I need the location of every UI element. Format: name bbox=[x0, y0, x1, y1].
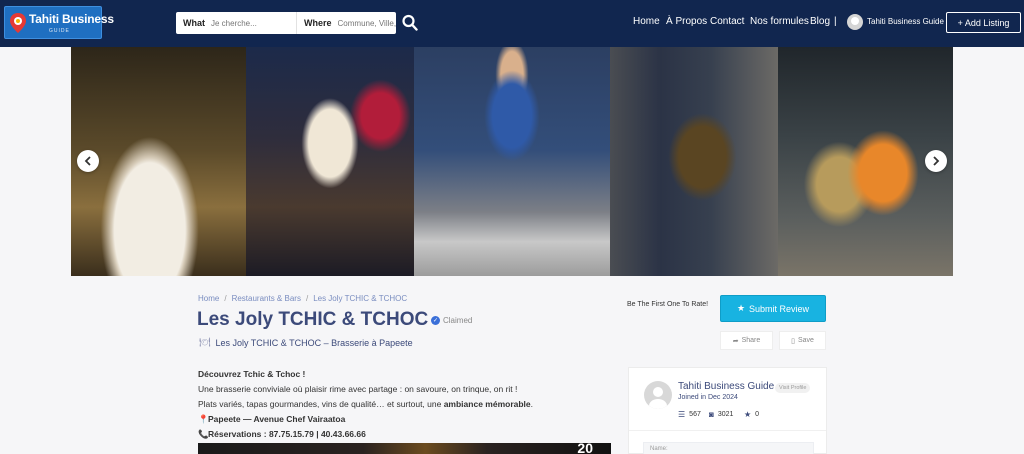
description-line-2: Plats variés, tapas gourmandes, vins de … bbox=[198, 399, 534, 409]
chevron-left-icon bbox=[84, 156, 91, 166]
owner-joined-date: Joined in Dec 2024 bbox=[678, 394, 738, 401]
promo-image: 20 bbox=[198, 443, 611, 454]
gallery-next-button[interactable] bbox=[925, 150, 947, 172]
add-listing-label: + Add Listing bbox=[957, 17, 1010, 28]
list-icon: ☰ bbox=[678, 410, 686, 419]
share-label: Share bbox=[741, 337, 761, 344]
save-button[interactable]: ▯ Save bbox=[779, 331, 826, 350]
reservation-line: 📞Réservations : 87.75.15.79 | 40.43.66.6… bbox=[198, 427, 618, 442]
search-icon[interactable] bbox=[402, 14, 418, 32]
breadcrumb-home[interactable]: Home bbox=[198, 294, 219, 303]
where-input[interactable] bbox=[337, 18, 396, 28]
listing-description: Découvrez Tchic & Tchoc ! Une brasserie … bbox=[198, 367, 618, 442]
phone-icon: 📞 bbox=[198, 429, 209, 439]
contact-name-field[interactable]: Name: bbox=[643, 442, 814, 454]
chevron-right-icon bbox=[933, 156, 940, 166]
gallery-photo-cocktails[interactable] bbox=[414, 47, 610, 276]
what-label: What bbox=[183, 18, 205, 28]
nav-plans[interactable]: Nos formules bbox=[750, 16, 809, 27]
logo-tagline: GUIDE bbox=[49, 28, 70, 34]
gallery-prev-button[interactable] bbox=[77, 150, 99, 172]
listing-title: Les Joly TCHIC & TCHOC bbox=[197, 309, 429, 330]
owner-name[interactable]: Tahiti Business Guide bbox=[678, 381, 774, 392]
gallery-photo-interior[interactable] bbox=[610, 47, 778, 276]
camera-icon: ◙ bbox=[709, 410, 714, 419]
check-icon: ✓ bbox=[431, 316, 440, 325]
star-icon: ★ bbox=[744, 410, 752, 419]
gallery-photo-tapas[interactable] bbox=[246, 47, 414, 276]
user-avatar[interactable] bbox=[847, 14, 863, 30]
save-label: Save bbox=[797, 337, 814, 344]
address-line: 📍Papeete — Avenue Chef Vairaatoa bbox=[198, 412, 618, 427]
map-pin-logo-icon bbox=[10, 13, 26, 33]
visit-profile-button[interactable]: Visit Profile bbox=[775, 383, 811, 393]
submit-review-label: Submit Review bbox=[749, 303, 810, 314]
contact-name-label: Name: bbox=[650, 446, 668, 452]
where-label: Where bbox=[304, 18, 332, 28]
breadcrumb: Home / Restaurants & Bars / Les Joly TCHIC &… bbox=[198, 294, 408, 303]
what-input[interactable] bbox=[211, 18, 296, 28]
bookmark-icon: ▯ bbox=[791, 337, 795, 345]
add-listing-button[interactable]: + Add Listing bbox=[946, 12, 1021, 33]
owner-reviews-count: ★ 0 bbox=[744, 410, 760, 419]
site-logo[interactable]: Tahiti Business GUIDE bbox=[4, 6, 114, 39]
owner-photos-count: ◙ 3021 bbox=[709, 410, 734, 419]
breadcrumb-current[interactable]: Les Joly TCHIC & TCHOC bbox=[313, 294, 407, 303]
nav-contact[interactable]: Contact bbox=[710, 16, 744, 27]
owner-avatar[interactable] bbox=[644, 381, 672, 409]
submit-review-button[interactable]: ★ Submit Review bbox=[720, 295, 826, 322]
where-field: Where bbox=[297, 12, 396, 34]
claimed-badge: ✓ Claimed bbox=[431, 316, 472, 325]
listing-subtitle: 🍽 Les Joly TCHIC & TCHOC – Brasserie à P… bbox=[199, 337, 413, 348]
owner-card: Tahiti Business Guide Visit Profile Join… bbox=[628, 367, 827, 454]
promo-number: 20 bbox=[577, 443, 593, 454]
nav-about[interactable]: À Propos bbox=[666, 16, 707, 27]
logo-brand-text: Tahiti Business bbox=[29, 12, 114, 26]
listing-subtitle-text: Les Joly TCHIC & TCHOC – Brasserie à Pap… bbox=[215, 337, 413, 348]
breadcrumb-category[interactable]: Restaurants & Bars bbox=[232, 294, 301, 303]
nav-blog[interactable]: Blog bbox=[810, 16, 830, 27]
owner-listings-count: ☰ 567 bbox=[678, 410, 701, 419]
share-icon: ➦ bbox=[732, 337, 739, 345]
search-bar: What Where bbox=[176, 12, 396, 34]
description-heading: Découvrez Tchic & Tchoc ! bbox=[198, 369, 306, 379]
photo-gallery bbox=[71, 47, 953, 276]
share-button[interactable]: ➦ Share bbox=[720, 331, 773, 350]
rate-prompt: Be The First One To Rate! bbox=[627, 301, 709, 308]
cutlery-icon: 🍽 bbox=[199, 337, 211, 347]
claimed-label: Claimed bbox=[443, 316, 473, 325]
user-name-link[interactable]: Tahiti Business Guide bbox=[867, 17, 944, 26]
location-pin-icon: 📍 bbox=[198, 414, 209, 424]
card-divider bbox=[629, 430, 826, 431]
top-navbar: Tahiti Business GUIDE What Where Home À … bbox=[0, 0, 1024, 47]
nav-separator: | bbox=[834, 16, 837, 27]
what-field: What bbox=[176, 12, 297, 34]
star-icon: ★ bbox=[736, 303, 746, 313]
description-line-1: Une brasserie conviviale où plaisir rime… bbox=[198, 384, 518, 394]
nav-home[interactable]: Home bbox=[633, 16, 660, 27]
